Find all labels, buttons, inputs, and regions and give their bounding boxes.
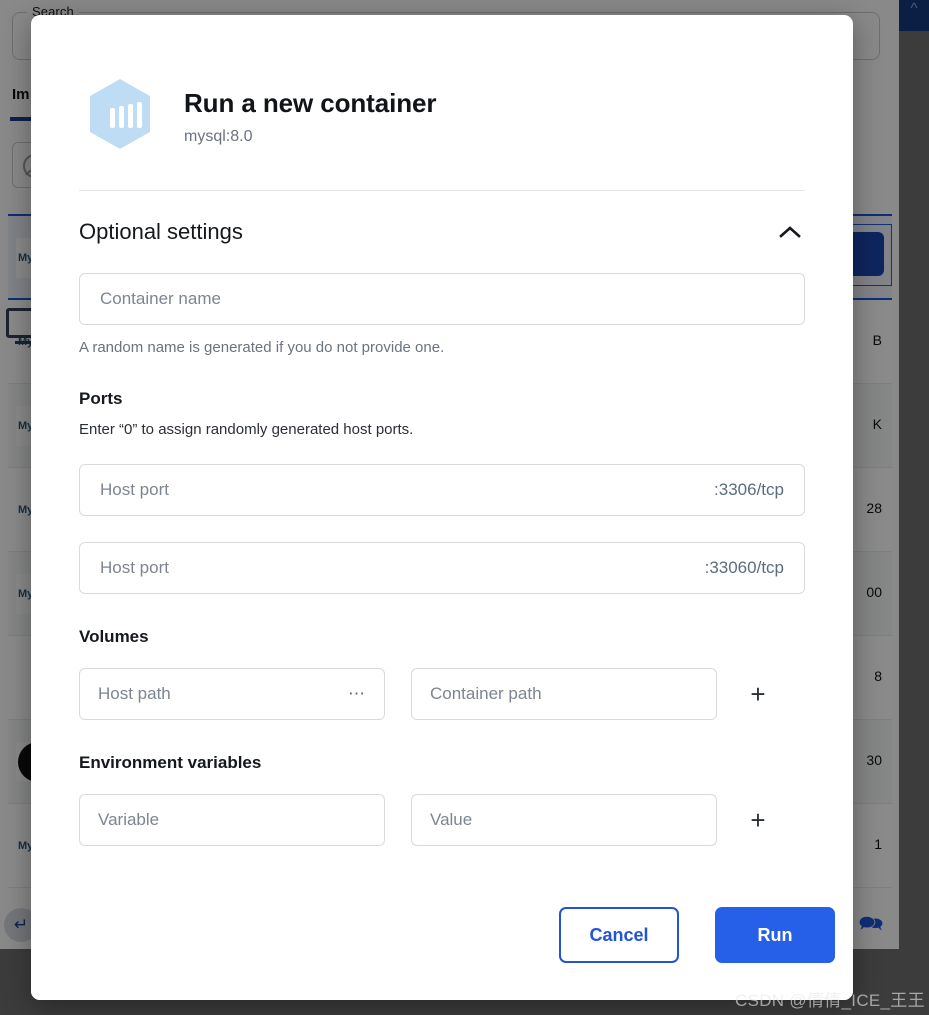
ellipsis-icon[interactable]: ⋯ [348, 685, 366, 702]
page-title: Run a new container [184, 88, 437, 118]
dialog-scroll-area[interactable]: Run a new container mysql:8.0 Optional s… [31, 15, 853, 870]
container-path-input[interactable]: Container path [411, 668, 717, 720]
chevron-up-icon[interactable] [775, 217, 805, 247]
optional-settings-header[interactable]: Optional settings [79, 217, 805, 247]
add-env-var-plus-icon[interactable]: + [743, 805, 773, 835]
env-vars-section-title: Environment variables [79, 753, 262, 772]
header-divider [79, 190, 805, 191]
run-button[interactable]: Run [715, 907, 835, 963]
volumes-section-title: Volumes [79, 627, 149, 646]
container-name-helper: A random name is generated if you do not… [79, 339, 445, 356]
env-variable-input[interactable]: Variable [79, 794, 385, 846]
window-titlebar: ^ [899, 0, 929, 31]
ports-section-note: Enter “0” to assign randomly generated h… [79, 421, 414, 438]
container-port-suffix: :33060/tcp [704, 558, 784, 577]
host-path-input[interactable]: Host path ⋯ [79, 668, 385, 720]
host-path-placeholder: Host path [98, 684, 171, 703]
volumes-row: Host path ⋯ Container path + [79, 668, 805, 720]
dialog-header-text: Run a new container mysql:8.0 [184, 78, 436, 146]
host-port-placeholder: Host port [100, 558, 169, 577]
container-hexagon-icon [87, 78, 153, 150]
scroll-spacer [31, 846, 853, 870]
container-name-placeholder: Container name [100, 289, 221, 308]
host-port-placeholder: Host port [100, 480, 169, 499]
optional-settings-title: Optional settings [79, 219, 243, 244]
container-name-input[interactable]: Container name [79, 273, 805, 325]
cancel-button[interactable]: Cancel [559, 907, 679, 963]
host-port-input-1[interactable]: Host port :3306/tcp [79, 464, 805, 516]
dialog-footer: Cancel Run [31, 870, 853, 1000]
env-value-placeholder: Value [430, 810, 473, 829]
host-port-input-2[interactable]: Host port :33060/tcp [79, 542, 805, 594]
dialog-header: Run a new container mysql:8.0 [31, 15, 853, 150]
container-path-placeholder: Container path [430, 684, 542, 703]
container-port-suffix: :3306/tcp [714, 480, 784, 499]
app-root: ^ Search Im MySQL [0, 0, 929, 1015]
ports-section-title: Ports [79, 389, 123, 408]
env-variable-placeholder: Variable [98, 810, 160, 829]
chevron-up-icon[interactable]: ^ [903, 1, 925, 16]
env-value-input[interactable]: Value [411, 794, 717, 846]
run-container-dialog: Run a new container mysql:8.0 Optional s… [31, 15, 853, 1000]
image-reference: mysql:8.0 [184, 128, 253, 145]
env-var-row: Variable Value + [79, 794, 805, 846]
add-volume-plus-icon[interactable]: + [743, 679, 773, 709]
watermark: CSDN @倩倩_ICE_王王 [735, 991, 925, 1010]
